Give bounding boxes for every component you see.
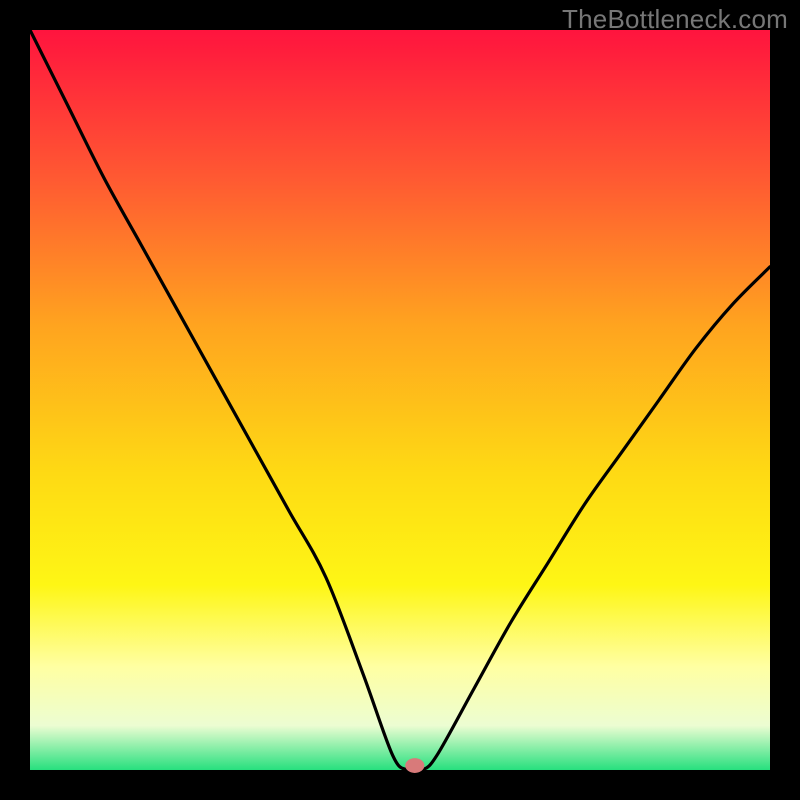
watermark-label: TheBottleneck.com — [562, 4, 788, 35]
frame-right — [770, 0, 800, 800]
frame-left — [0, 0, 30, 800]
bottleneck-chart: TheBottleneck.com — [0, 0, 800, 800]
chart-svg — [0, 0, 800, 800]
frame-bottom — [0, 770, 800, 800]
minimum-marker — [405, 758, 424, 773]
